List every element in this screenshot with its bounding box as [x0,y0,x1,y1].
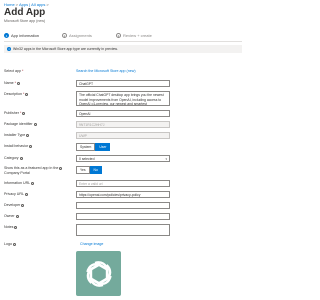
info-icon[interactable] [31,181,35,185]
banner-text: Win32 apps in the Microsoft Store app ty… [13,47,118,51]
owner-label: Owner [4,214,19,218]
form-row-name: Name * ChatGPT [4,80,242,88]
tabs-divider [4,41,242,42]
info-icon[interactable] [22,111,26,115]
privacy-url-input[interactable]: https://openai.com/policies/privacy-poli… [76,191,170,198]
form-row-select-app: Select app * Search the Microsoft Store … [4,69,242,75]
category-select[interactable]: 0 selected ▾ [76,155,170,162]
form-row-package-identifier: Package identifier 9NT1R1C2HH7J [4,121,242,129]
add-app-page: Home>Apps | All apps> Add App Microsoft … [0,0,246,300]
notes-textarea[interactable] [76,224,170,236]
developer-input[interactable] [76,202,170,209]
form-row-installer-type: Installer Type UWP [4,132,242,140]
chevron-down-icon: ▾ [165,157,167,161]
info-icon[interactable] [29,144,33,148]
logo-label: Logo [4,242,16,246]
owner-input[interactable] [76,213,170,220]
package-identifier-label: Package identifier [4,122,37,126]
install-behavior-label: Install behavior [4,144,33,148]
info-icon[interactable] [14,225,18,229]
app-logo [76,251,121,296]
featured-app-toggle: Yes No [76,166,102,174]
name-input[interactable]: ChatGPT [76,80,170,87]
form-row-notes: Notes [4,224,242,237]
publisher-label: Publisher * [4,111,26,115]
information-url-input[interactable]: Enter a valid url [76,180,170,187]
tab-review-create[interactable]: 3 Review + create [116,31,152,40]
name-label: Name * [4,81,20,85]
info-icon[interactable] [15,214,19,218]
step-number: 3 [116,33,121,38]
notes-label: Notes [4,225,18,229]
install-behavior-system-option[interactable]: System [76,143,96,151]
info-icon[interactable] [19,156,23,160]
info-icon[interactable] [33,122,37,126]
tab-app-information[interactable]: 1 App information [4,31,39,40]
featured-no-option[interactable]: No [89,166,102,174]
info-icon[interactable] [17,81,20,85]
featured-app-label: Show this as a featured app in the Compan… [4,166,63,175]
form-row-featured-app: Show this as a featured app in the Compan… [4,166,242,176]
publisher-input[interactable]: OpenAI [76,110,170,117]
info-icon[interactable] [24,192,28,196]
info-icon[interactable] [59,166,63,170]
description-textarea[interactable]: The official ChatGPT desktop app brings … [76,91,170,106]
page-subtitle: Microsoft Store app (new) [4,19,46,23]
chatgpt-logo-icon [85,260,112,287]
form-row-information-url: Information URL Enter a valid url [4,180,242,188]
form-row-developer: Developer [4,202,242,210]
info-icon[interactable] [21,203,25,207]
tab-assignments[interactable]: 2 Assignments [62,31,92,40]
form-row-owner: Owner [4,213,242,221]
info-icon: i [7,47,11,51]
install-behavior-toggle: System User [76,143,111,151]
tab-label: App information [11,33,40,38]
developer-label: Developer [4,203,25,207]
form-row-install-behavior: Install behavior System User [4,143,242,151]
package-identifier-input: 9NT1R1C2HH7J [76,121,170,128]
breadcrumb-separator: > [46,2,49,7]
form-row-description: Description * The official ChatGPT deskt… [4,91,242,107]
install-behavior-user-option[interactable]: User [95,143,111,151]
description-label: Description * [4,92,29,96]
tab-label: Review + create [123,33,152,38]
installer-type-label: Installer Type [4,133,30,137]
info-icon[interactable] [26,133,30,137]
info-icon[interactable] [13,242,16,246]
change-image-link[interactable]: Change image [80,242,103,246]
installer-type-input: UWP [76,132,170,139]
select-app-label: Select app * [4,69,24,73]
wizard-tabs: 1 App information 2 Assignments 3 Review… [4,31,242,42]
privacy-url-label: Privacy URL [4,192,28,196]
form-row-publisher: Publisher * OpenAI [4,110,242,118]
featured-yes-option[interactable]: Yes [76,166,90,174]
tab-label: Assignments [69,33,92,38]
preview-info-banner: i Win32 apps in the Microsoft Store app … [4,45,242,53]
page-title: Add App [4,7,46,18]
form-row-privacy-url: Privacy URL https://openai.com/policies/… [4,191,242,199]
information-url-label: Information URL [4,181,35,185]
step-number: 2 [62,33,67,38]
info-icon[interactable] [25,92,29,96]
category-label: Category [4,156,23,160]
search-store-link[interactable]: Search the Microsoft Store app (new) [76,69,136,73]
form-row-category: Category 0 selected ▾ [4,155,242,163]
form-row-logo: Logo Change image [4,242,242,248]
step-number: 1 [4,33,9,38]
category-value: 0 selected [79,157,95,161]
